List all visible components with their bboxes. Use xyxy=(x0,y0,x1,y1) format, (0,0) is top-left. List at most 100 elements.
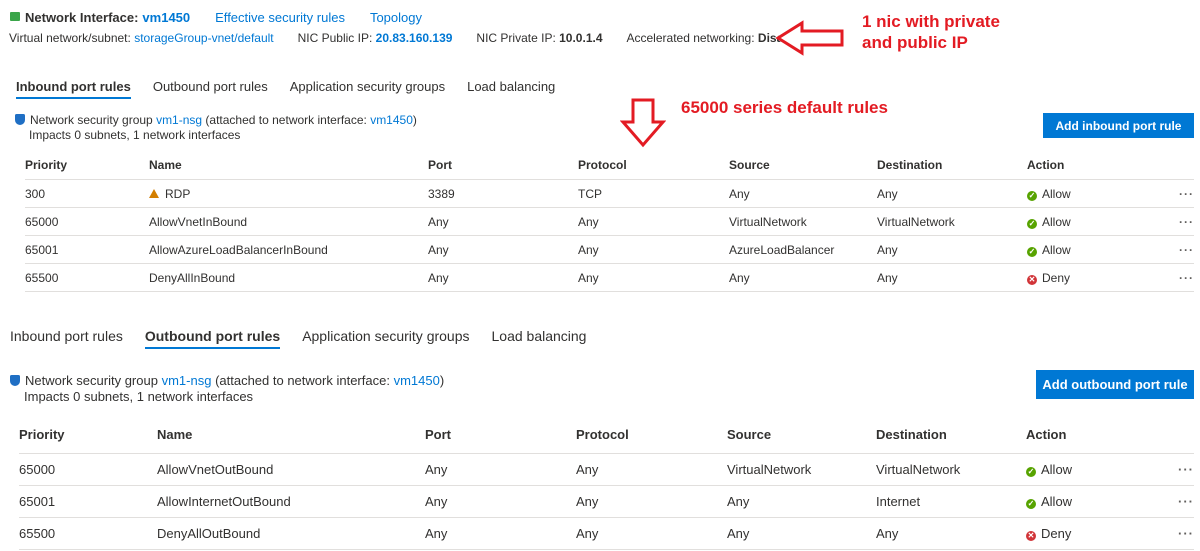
add-inbound-rule-button[interactable]: Add inbound port rule xyxy=(1043,113,1194,138)
nic-header: Network Interface: vm1450 Effective secu… xyxy=(10,10,422,25)
rule-name: RDP xyxy=(165,186,191,201)
tab-outbound-port-rules[interactable]: Outbound port rules xyxy=(153,79,268,99)
table-row[interactable]: 65001 AllowInternetOutBound Any Any Any … xyxy=(19,485,1194,518)
nsg-name-link[interactable]: vm1-nsg xyxy=(162,373,212,388)
rule-action: Deny xyxy=(1042,270,1071,285)
rule-name: DenyAllOutBound xyxy=(157,517,425,550)
deny-x-icon: ✕ xyxy=(1026,531,1036,541)
topology-link[interactable]: Topology xyxy=(370,10,422,25)
nsg-impacts: Impacts 0 subnets, 1 network interfaces xyxy=(29,128,241,142)
rule-protocol: Any xyxy=(576,517,727,550)
nsg-close-paren: ) xyxy=(412,113,417,127)
tab-load-balancing[interactable]: Load balancing xyxy=(492,328,587,349)
rule-source: VirtualNetwork xyxy=(729,207,877,236)
annotation-left-arrow xyxy=(776,20,844,56)
shield-icon xyxy=(15,114,25,125)
column-priority[interactable]: Priority xyxy=(25,151,149,180)
rule-priority: 300 xyxy=(25,179,149,208)
rule-action: Allow xyxy=(1041,494,1073,509)
table-row[interactable]: 300 RDP 3389 TCP Any Any ✓ Allow ··· xyxy=(25,179,1194,208)
rule-source: Any xyxy=(727,517,876,550)
table-row[interactable]: 65000 AllowVnetOutBound Any Any VirtualN… xyxy=(19,453,1194,486)
tab-inbound-port-rules[interactable]: Inbound port rules xyxy=(16,79,131,99)
shield-icon xyxy=(10,375,20,386)
rule-port: Any xyxy=(428,207,578,236)
rule-source: VirtualNetwork xyxy=(727,453,876,486)
column-source[interactable]: Source xyxy=(727,416,876,454)
add-outbound-rule-button[interactable]: Add outbound port rule xyxy=(1036,370,1194,399)
more-options-icon[interactable]: ··· xyxy=(1157,235,1194,264)
rule-name: AllowAzureLoadBalancerInBound xyxy=(149,235,428,264)
rule-name: DenyAllInBound xyxy=(149,263,428,292)
table-row[interactable]: 65001 AllowAzureLoadBalancerInBound Any … xyxy=(25,235,1194,264)
column-port[interactable]: Port xyxy=(428,151,578,180)
annotation-down-arrow xyxy=(620,98,666,148)
rule-priority: 65001 xyxy=(25,235,149,264)
nic-properties: Virtual network/subnet: storageGroup-vne… xyxy=(9,31,832,45)
column-protocol[interactable]: Protocol xyxy=(576,416,727,454)
rule-priority: 65000 xyxy=(25,207,149,236)
column-name[interactable]: Name xyxy=(157,416,425,454)
rule-source: Any xyxy=(729,179,877,208)
nsg-close-paren: ) xyxy=(439,373,445,388)
public-ip-label: NIC Public IP: xyxy=(297,31,373,45)
table-row[interactable]: 65500 DenyAllOutBound Any Any Any Any ✕ D… xyxy=(19,517,1194,550)
table-row[interactable]: 65500 DenyAllInBound Any Any Any Any ✕ De… xyxy=(25,263,1194,292)
nsg-name-link[interactable]: vm1-nsg xyxy=(156,113,202,127)
nsg-nic-link[interactable]: vm1450 xyxy=(370,113,413,127)
public-ip-link[interactable]: 20.83.160.139 xyxy=(376,31,453,45)
column-destination[interactable]: Destination xyxy=(877,151,1027,180)
rule-action: Allow xyxy=(1041,462,1073,477)
column-destination[interactable]: Destination xyxy=(876,416,1026,454)
column-name[interactable]: Name xyxy=(149,151,428,180)
column-port[interactable]: Port xyxy=(425,416,576,454)
nsg-attached-text: (attached to network interface: xyxy=(215,373,390,388)
more-options-icon[interactable]: ··· xyxy=(1156,485,1194,518)
rule-destination: VirtualNetwork xyxy=(876,453,1026,486)
more-options-icon[interactable]: ··· xyxy=(1156,453,1194,486)
tab-application-security-groups[interactable]: Application security groups xyxy=(302,328,469,349)
allow-check-icon: ✓ xyxy=(1027,246,1037,257)
rule-priority: 65001 xyxy=(19,485,157,518)
rule-action: Allow xyxy=(1042,186,1071,201)
effective-security-rules-link[interactable]: Effective security rules xyxy=(215,10,345,25)
tab-application-security-groups[interactable]: Application security groups xyxy=(290,79,445,99)
nsg-nic-link[interactable]: vm1450 xyxy=(394,373,440,388)
column-action[interactable]: Action xyxy=(1027,151,1157,180)
tab-inbound-port-rules[interactable]: Inbound port rules xyxy=(10,328,123,349)
tab-load-balancing[interactable]: Load balancing xyxy=(467,79,555,99)
more-options-icon[interactable]: ··· xyxy=(1156,517,1194,550)
column-action[interactable]: Action xyxy=(1026,416,1156,454)
rule-name: AllowVnetOutBound xyxy=(157,453,425,486)
more-options-icon[interactable]: ··· xyxy=(1157,263,1194,292)
rule-destination: Any xyxy=(877,263,1027,292)
deny-x-icon: ✕ xyxy=(1027,274,1037,285)
network-interface-icon xyxy=(10,12,20,21)
table-row[interactable]: 65000 AllowVnetInBound Any Any VirtualNe… xyxy=(25,207,1194,236)
rule-protocol: Any xyxy=(578,235,729,264)
rule-protocol: Any xyxy=(576,453,727,486)
vnet-link[interactable]: storageGroup-vnet/default xyxy=(134,31,273,45)
allow-check-icon: ✓ xyxy=(1027,218,1037,229)
annotation-nic-note: 1 nic with private and public IP xyxy=(862,11,1062,53)
tab-outbound-port-rules[interactable]: Outbound port rules xyxy=(144,328,281,349)
annotation-nic-note-line1: 1 nic with private xyxy=(862,12,1000,31)
more-options-icon[interactable]: ··· xyxy=(1157,179,1194,208)
inbound-tab-bar: Inbound port rules Outbound port rules A… xyxy=(16,79,577,99)
column-protocol[interactable]: Protocol xyxy=(578,151,729,180)
rule-port: Any xyxy=(425,453,576,486)
inbound-nsg-info: Network security group vm1-nsg (attached… xyxy=(15,113,417,142)
column-priority[interactable]: Priority xyxy=(19,416,157,454)
rule-name: AllowInternetOutBound xyxy=(157,485,425,518)
nic-title-label: Network Interface: xyxy=(25,10,139,25)
rule-protocol: Any xyxy=(578,207,729,236)
nsg-prefix: Network security group xyxy=(30,113,153,127)
rule-port: 3389 xyxy=(428,179,578,208)
more-options-icon[interactable]: ··· xyxy=(1157,207,1194,236)
outbound-tab-bar: Inbound port rules Outbound port rules A… xyxy=(10,328,608,349)
rule-priority: 65000 xyxy=(19,453,157,486)
column-source[interactable]: Source xyxy=(729,151,877,180)
rule-destination: Any xyxy=(877,235,1027,264)
rule-priority: 65500 xyxy=(25,263,149,292)
rule-name: AllowVnetInBound xyxy=(149,207,428,236)
